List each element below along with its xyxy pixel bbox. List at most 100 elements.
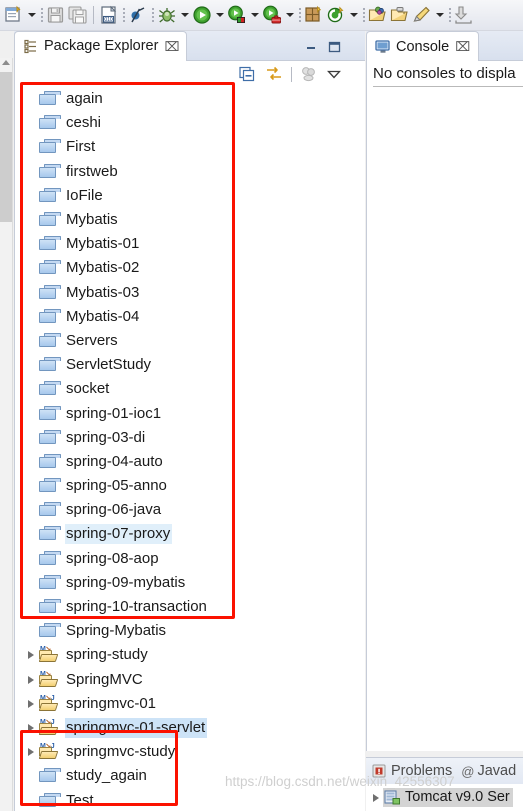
tree-row[interactable]: again	[15, 87, 364, 111]
tab-package-explorer[interactable]: Package Explorer ⌧	[14, 31, 188, 61]
package-explorer-view-toolbar	[233, 61, 365, 87]
search-marker-icon[interactable]	[411, 4, 433, 26]
run-external-tools-dropdown-arrow[interactable]	[283, 4, 296, 26]
eclipse-ide-window: 010 Package Explorer ⌧ Console ⌧ No cons…	[0, 0, 523, 811]
toggle-source-icon[interactable]: 010	[98, 4, 120, 26]
closed-project-folder-icon	[39, 114, 61, 132]
console-divider	[373, 86, 523, 87]
tree-row[interactable]: spring-10-transaction	[15, 595, 364, 619]
tree-row[interactable]: Servers	[15, 329, 364, 353]
closed-project-folder-icon	[39, 477, 61, 495]
focus-on-active-task-icon[interactable]	[300, 66, 318, 82]
open-type-icon[interactable]	[367, 4, 389, 26]
new-java-class-icon[interactable]	[325, 4, 347, 26]
workbench-vertical-scrollbar[interactable]	[0, 58, 13, 811]
closed-project-folder-icon	[39, 187, 61, 205]
new-java-package-icon[interactable]	[303, 4, 325, 26]
view-menu-icon[interactable]	[326, 66, 342, 82]
minimize-icon[interactable]	[305, 40, 318, 53]
expand-arrow-icon[interactable]	[23, 748, 39, 757]
new-dropdown-arrow[interactable]	[25, 4, 38, 26]
tree-row-label: Mybatis	[66, 211, 118, 229]
console-empty-message: No consoles to displa	[373, 65, 516, 82]
tree-row[interactable]: Mybatis-04	[15, 305, 364, 329]
run-server-icon[interactable]	[226, 4, 248, 26]
tree-row-label: First	[66, 138, 96, 156]
tree-row[interactable]: Mybatis-02	[15, 256, 364, 280]
server-row-twisty-icon[interactable]	[369, 793, 383, 802]
close-icon[interactable]: ⌧	[164, 40, 179, 53]
link-with-editor-icon[interactable]	[265, 66, 283, 82]
marker-dropdown-arrow[interactable]	[433, 4, 446, 26]
divider-1	[89, 4, 98, 26]
tree-row[interactable]: First	[15, 135, 364, 159]
tree-row[interactable]: spring-04-auto	[15, 450, 364, 474]
tree-row[interactable]: spring-09-mybatis	[15, 571, 364, 595]
tree-row[interactable]: socket	[15, 377, 364, 401]
tree-row-label: spring-05-anno	[66, 477, 167, 495]
scroll-up-arrow-icon[interactable]	[2, 60, 10, 65]
tree-row-label: IoFile	[66, 186, 103, 204]
closed-project-folder-icon	[39, 211, 61, 229]
debug-dropdown-arrow[interactable]	[178, 4, 191, 26]
expand-arrow-icon[interactable]	[23, 651, 39, 660]
tree-row[interactable]: Mybatis-03	[15, 281, 364, 305]
closed-project-folder-icon	[39, 308, 61, 326]
tree-row[interactable]: IoFile	[15, 184, 364, 208]
closed-project-folder-icon	[39, 453, 61, 471]
run-server-dropdown-arrow[interactable]	[248, 4, 261, 26]
new-wizard-icon[interactable]	[3, 4, 25, 26]
run-icon[interactable]	[191, 4, 213, 26]
closed-project-folder-icon	[39, 525, 61, 543]
skip-breakpoints-icon[interactable]	[127, 4, 149, 26]
server-row[interactable]: Tomcat v9.0 Ser	[383, 788, 513, 807]
server-row-label: Tomcat v9.0 Ser	[405, 789, 510, 805]
tree-row[interactable]: spring-06-java	[15, 498, 364, 522]
separator-5	[360, 4, 367, 26]
tree-row[interactable]: M↘J springmvc-study	[15, 740, 364, 764]
closed-project-folder-icon	[39, 574, 61, 592]
tree-row[interactable]: spring-07-proxy	[15, 522, 364, 546]
tree-row[interactable]: spring-05-anno	[15, 474, 364, 498]
run-dropdown-arrow[interactable]	[213, 4, 226, 26]
open-task-icon[interactable]	[389, 4, 411, 26]
tree-row[interactable]: M↘J springmvc-01	[15, 692, 364, 716]
tree-row-label: spring-06-java	[66, 501, 162, 519]
tree-row[interactable]: Mybatis-01	[15, 232, 364, 256]
tree-row[interactable]: M↘ spring-study	[15, 643, 364, 667]
tree-row[interactable]: spring-08-aop	[15, 547, 364, 571]
svg-text:010: 010	[104, 17, 113, 23]
expand-arrow-icon[interactable]	[23, 675, 39, 684]
scrollbar-thumb[interactable]	[0, 72, 12, 222]
collapse-all-icon[interactable]	[239, 66, 257, 82]
tree-row-label: springmvc-01	[66, 694, 157, 712]
tree-row[interactable]: Test	[15, 788, 364, 811]
tree-row[interactable]: M↘ SpringMVC	[15, 668, 364, 692]
tree-row[interactable]: ceshi	[15, 111, 364, 135]
tree-row[interactable]: spring-01-ioc1	[15, 401, 364, 425]
save-icon[interactable]	[45, 4, 67, 26]
tree-row[interactable]: Mybatis	[15, 208, 364, 232]
tree-row[interactable]: ServletStudy	[15, 353, 364, 377]
save-all-icon[interactable]	[67, 4, 89, 26]
tree-row[interactable]: Spring-Mybatis	[15, 619, 364, 643]
tree-row-label: Mybatis-01	[66, 235, 140, 253]
maximize-icon[interactable]	[328, 40, 341, 53]
close-icon[interactable]: ⌧	[455, 40, 470, 53]
debug-icon[interactable]	[156, 4, 178, 26]
import-icon[interactable]	[453, 4, 475, 26]
tree-row-label: socket	[66, 380, 110, 398]
tree-row[interactable]: firstweb	[15, 160, 364, 184]
separator-3	[149, 4, 156, 26]
tree-row[interactable]: M↘J springmvc-01-servlet	[15, 716, 364, 740]
expand-arrow-icon[interactable]	[23, 723, 39, 732]
project-tree[interactable]: again ceshi First firstweb IoFile Mybatis Myba…	[15, 87, 364, 811]
tab-javadoc[interactable]: @ Javad	[461, 763, 516, 779]
tree-row-label: Mybatis-02	[66, 259, 140, 277]
tree-row-label: Mybatis-04	[66, 307, 140, 325]
new-java-class-dropdown-arrow[interactable]	[347, 4, 360, 26]
run-external-tools-icon[interactable]	[261, 4, 283, 26]
expand-arrow-icon[interactable]	[23, 699, 39, 708]
tree-row[interactable]: spring-03-di	[15, 426, 364, 450]
tab-console[interactable]: Console ⌧	[366, 31, 480, 61]
